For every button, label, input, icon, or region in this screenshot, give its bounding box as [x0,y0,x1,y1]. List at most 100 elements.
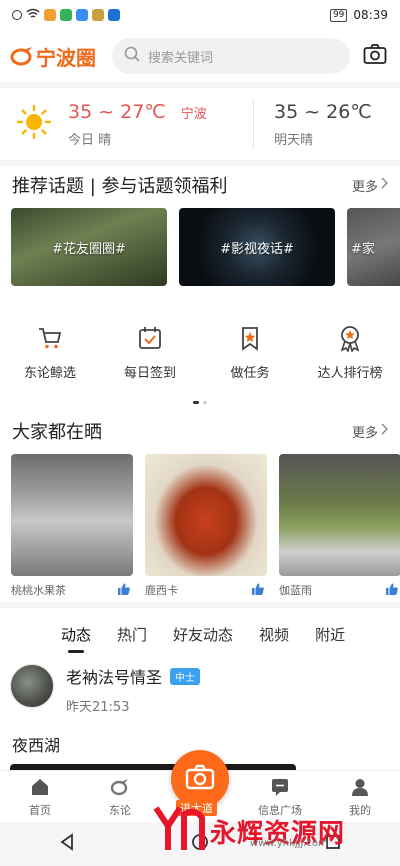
like-thumb-icon[interactable] [117,582,131,599]
quick-action-label: 每日签到 [123,366,176,381]
tab-friends[interactable]: 好友动态 [160,624,246,645]
nav-home[interactable]: 首页 [8,776,72,818]
forum-logo-icon [109,776,131,798]
quick-action-leaderboard[interactable]: 达人排行榜 [305,324,395,396]
clock: 08:39 [353,8,388,22]
search-icon [124,46,140,66]
watermark: 永辉资源网 www.yhkjjj.com [150,804,345,858]
home-icon [29,776,51,798]
post-username[interactable]: 老衲法号情圣 [66,664,162,688]
nav-label: 我的 [349,804,371,817]
share-username: 伽蓝雨 [279,584,312,597]
app-notification-icon [92,9,104,21]
tomorrow-temperature: 35 ~ 26℃ [274,100,372,123]
user-icon [349,776,371,798]
search-input[interactable]: 搜索关键词 [112,38,350,74]
like-thumb-icon[interactable] [385,582,399,599]
weather-tomorrow: 35 ~ 26℃ 明天晴 [274,101,384,148]
message-square-icon [269,776,291,798]
calendar-check-icon [136,324,164,352]
quick-action-label: 东论鲸选 [23,366,76,381]
share-card[interactable]: 桃桃水果茶 [11,454,133,602]
topics-title: 推荐话题 | 参与话题领福利 [12,176,228,197]
quick-action-label: 做任务 [230,366,270,381]
camera-button[interactable] [360,41,390,71]
topic-label: #影视夜话# [220,241,294,257]
logo-icon [10,46,34,66]
shares-title: 大家都在晒 [12,422,102,443]
weather-separator [253,100,254,148]
quick-action-label: 达人排行榜 [317,366,383,381]
watermark-logo-icon [150,804,206,858]
like-thumb-icon[interactable] [251,582,265,599]
nav-label: 东论 [109,804,131,817]
share-image[interactable] [11,454,133,576]
sun-icon [16,104,52,144]
camera-icon [185,764,215,794]
nav-label: 首页 [29,804,51,817]
share-image[interactable] [145,454,267,576]
watermark-url: www.yhkjjj.com [250,838,328,849]
pagination-dot-active [193,400,199,404]
weather-today: 35 ~ 27℃ 宁波 今日 晴 [16,101,243,148]
shares-more-link[interactable]: 更多 [352,422,388,441]
post-header: 老衲法号情圣 中士 昨天21:53 [0,660,400,716]
search-placeholder: 搜索关键词 [148,50,214,66]
topic-card[interactable]: #影视夜话# [179,208,335,286]
app-notification-icon [44,9,56,21]
today-temperature: 35 ~ 27℃ [68,100,166,123]
topic-card[interactable]: #家 [347,208,400,286]
topics-more-link[interactable]: 更多 [352,176,388,195]
shares-carousel[interactable]: 桃桃水果茶 鹿西卡 伽蓝雨 [0,450,400,602]
topics-header: 推荐话题 | 参与话题领福利 更多 [0,166,400,204]
shares-header: 大家都在晒 更多 [0,412,400,450]
post-timestamp: 昨天21:53 [66,700,130,715]
topic-label: #花友圈圈# [52,241,126,257]
app-notification-icon [60,9,72,21]
sim-icon [12,10,22,20]
more-label: 更多 [351,425,378,441]
app-header: 宁波圈 搜索关键词 [0,30,400,82]
share-card[interactable]: 鹿西卡 [145,454,267,602]
share-username: 鹿西卡 [145,584,178,597]
topics-carousel[interactable]: #花友圈圈# #影视夜话# #家 [0,204,400,286]
city-name: 宁波 [180,106,207,122]
more-label: 更多 [351,179,378,195]
tab-video[interactable]: 视频 [246,624,302,645]
shopping-cart-icon [36,324,64,352]
app-logo[interactable]: 宁波圈 [10,42,102,71]
medal-icon [336,324,364,352]
battery-indicator: 99 [329,8,348,22]
quick-action-checkin[interactable]: 每日签到 [105,324,195,396]
task-bookmark-icon [236,324,264,352]
weather-widget[interactable]: 35 ~ 27℃ 宁波 今日 晴 35 ~ 26℃ 明天晴 [0,88,400,160]
status-icons [12,8,120,23]
pagination-dot [203,400,207,404]
share-username: 桃桃水果茶 [11,584,66,597]
nav-forum[interactable]: 东论 [88,776,152,818]
tab-dynamic[interactable]: 动态 [48,624,104,645]
tab-nearby[interactable]: 附近 [302,624,358,645]
chevron-right-icon [380,177,388,193]
feed-tabs: 动态 热门 好友动态 视频 附近 [0,608,400,660]
quick-action-selection[interactable]: 东论鲸选 [5,324,95,396]
share-image[interactable] [279,454,400,576]
logo-text: 宁波圈 [36,45,96,70]
app-notification-icon [76,9,88,21]
share-card[interactable]: 伽蓝雨 [279,454,400,602]
tomorrow-condition: 明天晴 [274,132,314,148]
topic-card[interactable]: #花友圈圈# [11,208,167,286]
topic-label: #家 [351,241,375,257]
wifi-icon [26,8,40,23]
rank-badge: 中士 [170,667,201,685]
tab-hot[interactable]: 热门 [104,624,160,645]
back-icon[interactable] [58,833,76,855]
today-condition: 今日 晴 [68,132,112,148]
carousel-pagination [0,396,400,408]
quick-action-tasks[interactable]: 做任务 [205,324,295,396]
quick-actions: 东论鲸选 每日签到 做任务 达人排行榜 [0,286,400,396]
app-notification-icon [108,9,120,21]
avatar[interactable] [10,664,54,708]
camera-icon [363,43,387,69]
status-bar: 99 08:39 [0,0,400,30]
